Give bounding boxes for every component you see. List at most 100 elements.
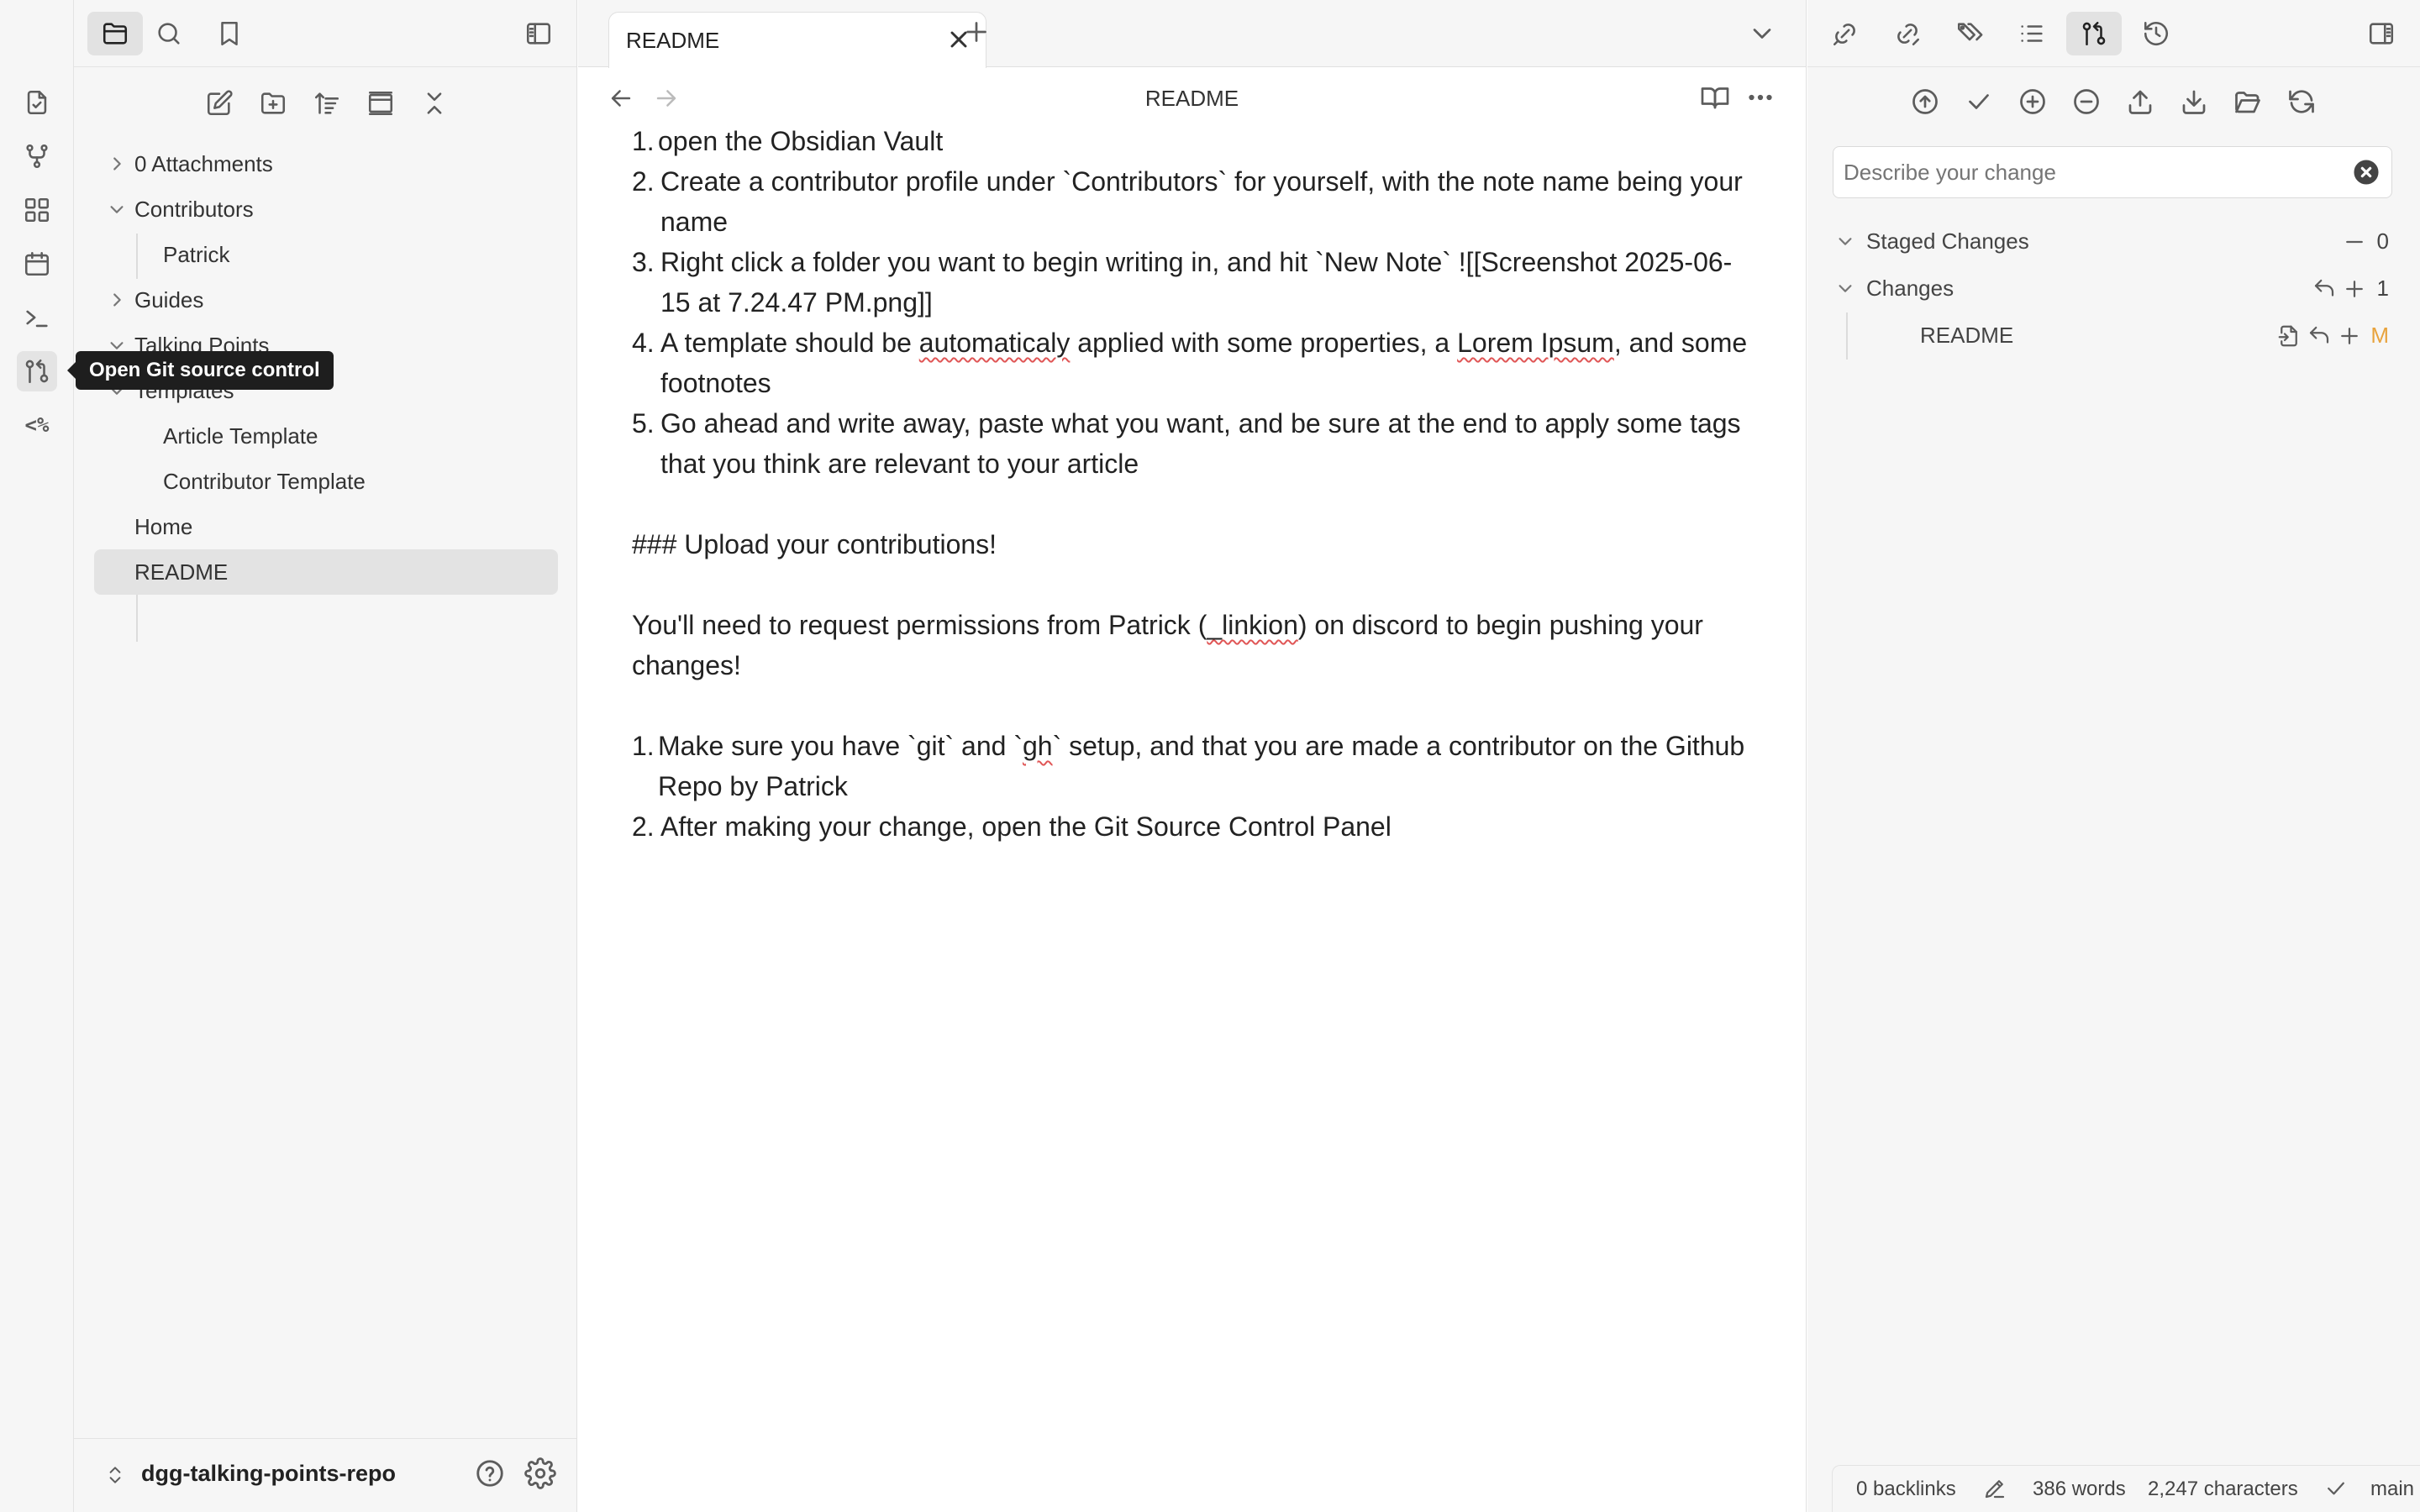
- upload-icon[interactable]: [2119, 81, 2161, 123]
- chevron-right-icon: [108, 291, 126, 309]
- list-item: 1. Make sure you have `git` and `gh` setu…: [632, 731, 1745, 801]
- push-circle-icon[interactable]: [1904, 81, 1946, 123]
- download-icon[interactable]: [2173, 81, 2215, 123]
- stage-plus-icon[interactable]: [2337, 323, 2362, 349]
- files-tab-folder-icon[interactable]: [87, 12, 143, 55]
- list-item: 5. Go ahead and write away, paste what yo…: [632, 408, 1741, 479]
- tree-file-readme[interactable]: README: [94, 549, 558, 595]
- changed-file-row[interactable]: README M: [1833, 314, 2392, 356]
- tree-item-label: Patrick: [163, 241, 230, 267]
- chevron-right-icon: [108, 155, 126, 173]
- git-branch[interactable]: main: [2370, 1478, 2414, 1501]
- graph-view-icon[interactable]: [17, 136, 57, 176]
- commit-message-input[interactable]: [1844, 147, 2339, 197]
- refresh-icon[interactable]: [2281, 81, 2323, 123]
- bookmark-icon[interactable]: [202, 12, 257, 55]
- more-options-icon[interactable]: [1745, 82, 1776, 113]
- stage-all-plus-icon[interactable]: [2012, 81, 2054, 123]
- markdown-heading: ### Upload your contributions!: [632, 529, 997, 559]
- chevron-down-icon: [1836, 232, 1854, 250]
- left-ribbon: <%: [0, 0, 74, 1512]
- commit-message-box: [1833, 146, 2392, 198]
- list-item: 3. Right click a folder you want to begin…: [632, 247, 1733, 318]
- misspelled-word[interactable]: Lorem Ipsum: [1457, 328, 1614, 358]
- unstage-minus-icon[interactable]: [2342, 229, 2367, 255]
- chevrons-up-down-icon[interactable]: [104, 1462, 126, 1488]
- chevron-down-icon[interactable]: [1747, 18, 1777, 49]
- commit-check-icon[interactable]: [1958, 81, 2000, 123]
- discard-all-undo-icon[interactable]: [2312, 276, 2337, 302]
- tree-file-patrick[interactable]: Patrick: [94, 232, 558, 277]
- tree-item-label: Article Template: [163, 423, 318, 449]
- tree-item-label: Contributors: [134, 196, 254, 222]
- book-open-icon[interactable]: [1700, 82, 1730, 113]
- new-folder-icon[interactable]: [252, 82, 294, 124]
- templater-icon[interactable]: <%: [17, 405, 57, 445]
- tags-icon[interactable]: [1942, 12, 1997, 55]
- git-actions-toolbar: [1807, 81, 2420, 123]
- changes-count: 1: [2376, 276, 2389, 301]
- pencil-edit-icon[interactable]: [1982, 1476, 2007, 1501]
- open-file-icon[interactable]: [2276, 323, 2302, 349]
- tree-folder-attachments[interactable]: 0 Attachments: [94, 141, 558, 186]
- tree-item-label: Home: [134, 513, 193, 539]
- canvas-icon[interactable]: [17, 190, 57, 230]
- vault-switcher[interactable]: dgg-talking-points-repo: [141, 1461, 396, 1487]
- view-title[interactable]: README: [578, 86, 1806, 112]
- status-bar: 0 backlinks 386 words 2,247 characters m…: [1832, 1465, 2420, 1512]
- misspelled-word[interactable]: automaticaly: [919, 328, 1071, 358]
- collapse-right-sidebar-icon[interactable]: [2354, 12, 2409, 55]
- character-count: 2,247 characters: [2148, 1478, 2298, 1500]
- tree-file-home[interactable]: Home: [94, 504, 558, 549]
- terminal-icon[interactable]: [17, 297, 57, 338]
- backlinks-count[interactable]: 0 backlinks: [1856, 1478, 1956, 1501]
- misspelled-word[interactable]: gh: [1023, 731, 1053, 761]
- tree-file-article-template[interactable]: Article Template: [94, 413, 558, 459]
- list-item: 1. open the Obsidian Vault: [632, 126, 944, 156]
- auto-reveal-icon[interactable]: [360, 82, 402, 124]
- help-icon[interactable]: [474, 1457, 506, 1489]
- collapse-all-icon[interactable]: [413, 82, 455, 124]
- gear-icon[interactable]: [524, 1457, 556, 1489]
- steps-list: 1. Make sure you have `git` and `gh` setu…: [632, 726, 1758, 847]
- changed-file-name: README: [1920, 323, 2014, 348]
- staged-changes-label: Staged Changes: [1866, 228, 2029, 254]
- history-icon[interactable]: [2128, 12, 2184, 55]
- git-source-control-icon[interactable]: [17, 351, 57, 391]
- steps-list: 1. open the Obsidian Vault 2. Create a con…: [632, 121, 1758, 484]
- list-item: 4. A template should be automaticaly appl…: [632, 328, 1748, 398]
- outgoing-links-icon[interactable]: [1880, 12, 1935, 55]
- editor-pane: README README 1.open the Obsidian Vault: [578, 0, 1807, 1512]
- paragraph: You'll need to request permissions from …: [632, 610, 1703, 680]
- list-item: 2. Create a contributor profile under `Co…: [632, 166, 1743, 237]
- folder-open-icon[interactable]: [2227, 81, 2269, 123]
- vault-footer: dgg-talking-points-repo: [74, 1438, 576, 1512]
- outline-list-icon[interactable]: [2004, 12, 2060, 55]
- clear-circle-icon[interactable]: [2353, 159, 2380, 186]
- tree-item-label: README: [134, 559, 229, 585]
- sort-order-icon[interactable]: [306, 82, 348, 124]
- discard-undo-icon[interactable]: [2307, 323, 2332, 349]
- misspelled-word[interactable]: _linkion: [1207, 610, 1298, 640]
- open-quick-switcher-icon[interactable]: [17, 82, 57, 123]
- view-header: README: [578, 67, 1806, 129]
- search-icon[interactable]: [141, 12, 197, 55]
- tree-folder-contributors[interactable]: Contributors: [94, 186, 558, 232]
- tree-folder-guides[interactable]: Guides: [94, 277, 558, 323]
- git-source-control-tab-icon[interactable]: [2066, 12, 2122, 55]
- backlinks-icon[interactable]: [1818, 12, 1873, 55]
- unstage-all-minus-icon[interactable]: [2065, 81, 2107, 123]
- tab-readme[interactable]: README: [608, 12, 986, 68]
- stage-all-plus-icon[interactable]: [2342, 276, 2367, 302]
- collapse-left-sidebar-icon[interactable]: [511, 12, 566, 55]
- tab-bar: README: [578, 0, 1806, 68]
- tree-file-contributor-template[interactable]: Contributor Template: [94, 459, 558, 504]
- staged-changes-header[interactable]: Staged Changes 0: [1833, 220, 2392, 262]
- plus-icon[interactable]: [961, 17, 992, 47]
- changes-header[interactable]: Changes 1: [1833, 267, 2392, 309]
- calendar-icon[interactable]: [17, 244, 57, 284]
- note-content[interactable]: 1. open the Obsidian Vault 2. Create a con…: [632, 121, 1758, 847]
- chevron-down-icon: [1836, 279, 1854, 297]
- new-note-icon[interactable]: [198, 82, 240, 124]
- check-icon[interactable]: [2323, 1476, 2349, 1501]
